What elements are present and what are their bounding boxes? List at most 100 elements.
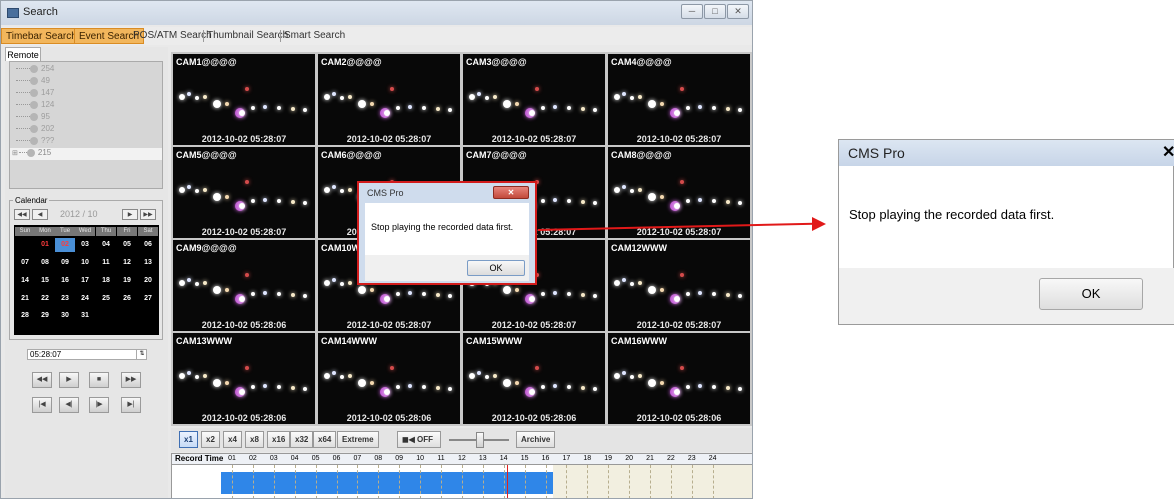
rewind-icon[interactable]: ◀◀ xyxy=(32,372,52,388)
speed-x32-button[interactable]: x32 xyxy=(290,431,314,448)
speed-x4-button[interactable]: x4 xyxy=(223,431,242,448)
tab-remote[interactable]: Remote xyxy=(5,47,41,61)
calendar-day[interactable]: 20 xyxy=(138,274,158,288)
camera-name: CAM1@@@@ xyxy=(176,57,237,67)
camera-tile[interactable]: CAM14WWW 2012-10-02 05:28:06 xyxy=(318,333,460,424)
tree-item[interactable]: 124 xyxy=(10,100,54,112)
speed-x1-button[interactable]: x1 xyxy=(179,431,198,448)
calendar-day[interactable]: 29 xyxy=(35,309,55,323)
record-time-label: Record Time xyxy=(175,454,224,463)
prev-year-button[interactable]: ◀◀ xyxy=(14,209,30,220)
camera-tile[interactable]: CAM13WWW 2012-10-02 05:28:06 xyxy=(173,333,315,424)
calendar-day[interactable]: 17 xyxy=(75,274,95,288)
calendar-day[interactable]: 14 xyxy=(15,274,35,288)
tree-item[interactable]: 49 xyxy=(10,76,50,88)
calendar-day[interactable]: 08 xyxy=(35,256,55,270)
calendar-day[interactable]: 01 xyxy=(35,238,55,252)
step-back-icon[interactable]: ◀| xyxy=(59,397,79,413)
prev-month-button[interactable]: ◀ xyxy=(32,209,48,220)
audio-toggle[interactable]: ◼◀ OFF xyxy=(397,431,441,448)
weekday-label: Sun xyxy=(15,227,35,236)
speed-x64-button[interactable]: x64 xyxy=(313,431,337,448)
calendar-day[interactable]: 19 xyxy=(117,274,137,288)
tree-item[interactable]: 95 xyxy=(10,112,50,124)
maximize-icon[interactable]: □ xyxy=(704,4,726,19)
time-input[interactable]: 05:28:07 xyxy=(27,349,147,360)
calendar-day[interactable]: 28 xyxy=(15,309,35,323)
tree-item-selected[interactable]: ⊞ 215 xyxy=(10,148,162,160)
calendar-day[interactable]: 31 xyxy=(75,309,95,323)
calendar-day[interactable]: 21 xyxy=(15,292,35,306)
calendar-day[interactable]: 07 xyxy=(15,256,35,270)
camera-tile[interactable]: CAM12WWW 2012-10-02 05:28:07 xyxy=(608,240,750,331)
speaker-icon: ◼◀ xyxy=(402,435,415,444)
hour-tick xyxy=(461,465,463,498)
next-month-button[interactable]: ▶ xyxy=(122,209,138,220)
archive-button[interactable]: Archive xyxy=(516,431,556,448)
camera-video-frame xyxy=(608,175,750,215)
calendar-day[interactable]: 04 xyxy=(96,238,116,252)
playhead[interactable] xyxy=(507,465,508,498)
camera-timestamp: 2012-10-02 05:28:07 xyxy=(636,320,722,330)
ok-button[interactable]: OK xyxy=(1039,278,1143,310)
calendar-day[interactable]: 16 xyxy=(55,274,75,288)
calendar-day[interactable]: 15 xyxy=(35,274,55,288)
calendar-day[interactable]: 03 xyxy=(75,238,95,252)
calendar-day[interactable]: 13 xyxy=(138,256,158,270)
ok-button[interactable]: OK xyxy=(467,260,525,276)
calendar-day[interactable]: 06 xyxy=(138,238,158,252)
calendar-day[interactable]: 12 xyxy=(117,256,137,270)
camera-tile[interactable]: CAM9@@@@ 2012-10-02 05:28:06 xyxy=(173,240,315,331)
camera-tile[interactable]: CAM3@@@@ 2012-10-02 05:28:07 xyxy=(463,54,605,145)
tree-item[interactable]: ??? xyxy=(10,136,54,148)
calendar-day[interactable]: 05 xyxy=(117,238,137,252)
tree-item[interactable]: 254 xyxy=(10,64,54,76)
close-icon[interactable]: ✕ xyxy=(727,4,749,19)
tree-item[interactable]: 202 xyxy=(10,124,54,136)
close-icon[interactable]: ✕ xyxy=(1162,143,1174,163)
calendar-day[interactable]: 26 xyxy=(117,292,137,306)
skip-end-icon[interactable]: ▶| xyxy=(121,397,141,413)
camera-video-frame xyxy=(608,361,750,401)
calendar-day[interactable]: 25 xyxy=(96,292,116,306)
tab-smart-search[interactable]: Smart Search xyxy=(280,28,349,44)
calendar-day[interactable]: 11 xyxy=(96,256,116,270)
volume-handle[interactable] xyxy=(476,432,484,448)
calendar-day[interactable]: 27 xyxy=(138,292,158,306)
camera-name: CAM14WWW xyxy=(321,336,377,346)
speed-x16-button[interactable]: x16 xyxy=(267,431,291,448)
calendar-day[interactable]: 23 xyxy=(55,292,75,306)
timeline[interactable]: Record Time 01 02 03 04 05 06 07 08 09 10 11 12 13 14… xyxy=(171,453,752,498)
camera-tile[interactable]: CAM4@@@@ 2012-10-02 05:28:07 xyxy=(608,54,750,145)
camera-tile[interactable]: CAM2@@@@ 2012-10-02 05:28:07 xyxy=(318,54,460,145)
calendar-day[interactable]: 30 xyxy=(55,309,75,323)
fast-forward-icon[interactable]: ▶▶ xyxy=(121,372,141,388)
play-icon[interactable]: ▶ xyxy=(59,372,79,388)
camera-name: CAM8@@@@ xyxy=(611,150,672,160)
calendar-day[interactable]: 24 xyxy=(75,292,95,306)
tab-timebar-search[interactable]: Timebar Search xyxy=(1,28,82,44)
calendar-day[interactable]: 18 xyxy=(96,274,116,288)
close-icon[interactable]: ✕ xyxy=(493,186,529,199)
extreme-button[interactable]: Extreme xyxy=(337,431,379,448)
skip-start-icon[interactable]: |◀ xyxy=(32,397,52,413)
step-forward-icon[interactable]: |▶ xyxy=(89,397,109,413)
camera-tile[interactable]: CAM16WWW 2012-10-02 05:28:06 xyxy=(608,333,750,424)
hour-tick xyxy=(691,465,693,498)
calendar-day[interactable]: 09 xyxy=(55,256,75,270)
next-year-button[interactable]: ▶▶ xyxy=(140,209,156,220)
camera-tile[interactable]: CAM5@@@@ 2012-10-02 05:28:07 xyxy=(173,147,315,238)
stop-icon[interactable]: ■ xyxy=(89,372,109,388)
tab-thumbnail-search[interactable]: Thumbnail Search xyxy=(203,28,292,44)
speed-x8-button[interactable]: x8 xyxy=(245,431,264,448)
minimize-icon[interactable]: ─ xyxy=(681,4,703,19)
camera-tile[interactable]: CAM1@@@@ 2012-10-02 05:28:07 xyxy=(173,54,315,145)
hour-tick xyxy=(524,465,526,498)
calendar-day[interactable]: 22 xyxy=(35,292,55,306)
calendar-day[interactable]: 10 xyxy=(75,256,95,270)
camera-tile[interactable]: CAM15WWW 2012-10-02 05:28:06 xyxy=(463,333,605,424)
speed-x2-button[interactable]: x2 xyxy=(201,431,220,448)
tree-item[interactable]: 147 xyxy=(10,88,54,100)
calendar-day-selected[interactable]: 02 xyxy=(55,238,75,252)
spin-icon[interactable]: ⇅ xyxy=(136,349,147,360)
